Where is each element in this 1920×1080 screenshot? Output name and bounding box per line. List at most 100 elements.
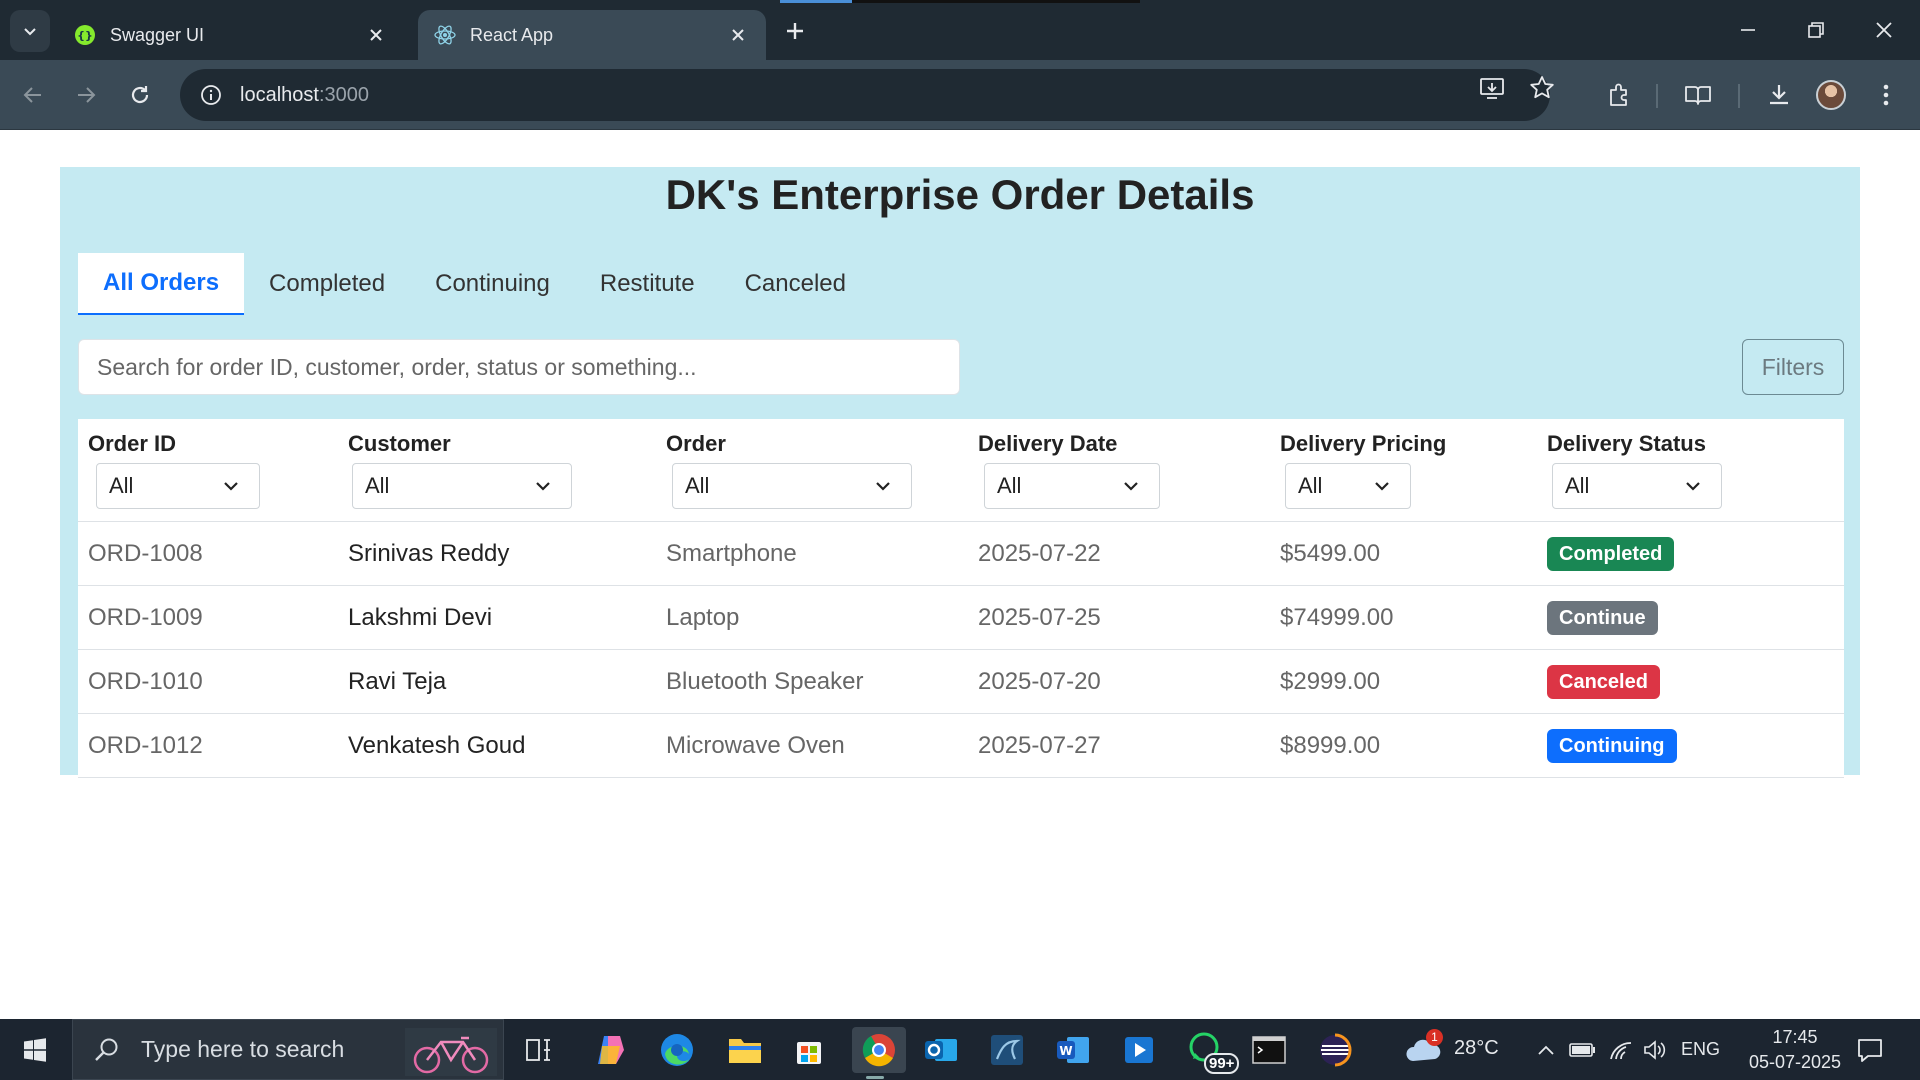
filter-select-value: All: [365, 473, 390, 498]
filter-select-value: All: [1565, 473, 1590, 498]
filter-select-customer[interactable]: All: [352, 463, 572, 509]
url-text: localhost:3000: [240, 84, 369, 107]
profile-avatar[interactable]: [1816, 80, 1846, 110]
media-player-icon[interactable]: [1116, 1027, 1162, 1073]
order-search-input[interactable]: [78, 339, 960, 395]
terminal-icon[interactable]: [1246, 1027, 1292, 1073]
table-row[interactable]: ORD-1012 Venkatesh Goud Microwave Oven 2…: [78, 714, 1844, 778]
cell-customer: Venkatesh Goud: [348, 732, 526, 759]
filter-select-delivery-pricing[interactable]: All: [1285, 463, 1411, 509]
downloads-icon[interactable]: [1761, 77, 1797, 113]
restore-button[interactable]: [1788, 8, 1844, 52]
new-tab-button[interactable]: [778, 14, 812, 48]
close-icon: [1876, 22, 1892, 38]
browser-tab-swagger[interactable]: {} Swagger UI: [58, 10, 404, 60]
chrome-icon[interactable]: [852, 1027, 906, 1079]
extensions-icon[interactable]: [1601, 77, 1637, 113]
browser-tab-react[interactable]: React App: [418, 10, 766, 60]
minimize-icon: [1741, 29, 1755, 31]
system-clock[interactable]: 17:45 05-07-2025: [1730, 1025, 1860, 1075]
minimize-button[interactable]: [1720, 8, 1776, 52]
cell-order: Smartphone: [666, 540, 797, 567]
wifi-icon[interactable]: [1604, 1027, 1638, 1073]
svg-text:{}: {}: [77, 29, 93, 42]
chevron-down-icon: [224, 482, 238, 491]
copilot-icon[interactable]: [588, 1027, 634, 1073]
address-bar[interactable]: localhost:3000: [180, 69, 1550, 121]
chevron-down-icon: [1124, 482, 1138, 491]
site-info-icon[interactable]: [198, 82, 224, 108]
close-window-button[interactable]: [1856, 8, 1912, 52]
start-button[interactable]: [0, 1019, 70, 1080]
mysql-workbench-icon[interactable]: [984, 1027, 1030, 1073]
microsoft-store-icon[interactable]: [786, 1027, 832, 1073]
column-header-delivery-pricing: Delivery Pricing: [1280, 431, 1447, 456]
orders-panel: DK's Enterprise Order Details All Orders…: [60, 167, 1860, 778]
show-hidden-icons-chevron-up-icon[interactable]: [1532, 1027, 1560, 1073]
volume-icon[interactable]: [1638, 1027, 1672, 1073]
task-view-icon[interactable]: [516, 1027, 562, 1073]
tab-all-orders[interactable]: All Orders: [78, 253, 245, 315]
reload-button[interactable]: [122, 77, 158, 113]
toolbar-divider: [1738, 84, 1740, 108]
page-title: DK's Enterprise Order Details: [665, 171, 1255, 218]
cell-order: Microwave Oven: [666, 732, 845, 759]
chevron-down-icon: [536, 482, 550, 491]
weather-badge: 1: [1426, 1029, 1443, 1046]
outlook-icon[interactable]: [918, 1027, 964, 1073]
filter-select-delivery-date[interactable]: All: [984, 463, 1160, 509]
file-explorer-icon[interactable]: [722, 1027, 768, 1073]
language-indicator[interactable]: ENG: [1681, 1039, 1720, 1060]
reading-mode-icon[interactable]: [1680, 77, 1716, 113]
word-icon[interactable]: W: [1050, 1027, 1096, 1073]
chevron-down-icon: [24, 28, 36, 36]
table-row[interactable]: ORD-1008 Srinivas Reddy Smartphone 2025-…: [78, 522, 1844, 586]
browser-tabstrip: {} Swagger UI React App: [0, 0, 1920, 60]
filter-select-order[interactable]: All: [672, 463, 912, 509]
taskbar-search[interactable]: Type here to search: [72, 1019, 504, 1080]
tab-restitute[interactable]: Restitute: [575, 253, 720, 315]
arrow-left-icon: [23, 87, 41, 103]
cell-customer: Ravi Teja: [348, 668, 447, 695]
close-icon[interactable]: [726, 23, 750, 47]
chevron-down-icon: [1375, 482, 1389, 491]
edge-icon[interactable]: [654, 1027, 700, 1073]
filter-select-order-id[interactable]: All: [96, 463, 260, 509]
whatsapp-icon[interactable]: 99+: [1182, 1027, 1240, 1074]
bookmark-star-icon[interactable]: [1528, 74, 1556, 102]
forward-button[interactable]: [68, 77, 104, 113]
tab-search-button[interactable]: [10, 10, 50, 52]
tab-loading-bar: [780, 0, 1140, 3]
chevron-down-icon: [1686, 482, 1700, 491]
menu-kebab-icon[interactable]: [1868, 77, 1904, 113]
close-icon[interactable]: [364, 23, 388, 47]
filter-select-value: All: [1298, 473, 1323, 498]
status-badge: Canceled: [1547, 665, 1660, 699]
weather-icon[interactable]: 1: [1400, 1027, 1446, 1073]
clock-time: 17:45: [1772, 1027, 1818, 1047]
plus-icon: [787, 23, 803, 39]
tab-completed[interactable]: Completed: [244, 253, 410, 315]
tab-canceled[interactable]: Canceled: [720, 253, 871, 315]
eclipse-icon[interactable]: [1312, 1027, 1358, 1073]
cell-delivery-date: 2025-07-25: [978, 604, 1101, 631]
web-page: DK's Enterprise Order Details All Orders…: [0, 131, 1920, 1019]
cell-delivery-pricing: $74999.00: [1280, 604, 1394, 631]
windows-taskbar: Type here to search W 99+ 1 28°C ENG 17:…: [0, 1019, 1920, 1080]
cell-delivery-pricing: $5499.00: [1280, 540, 1381, 567]
install-app-icon[interactable]: [1478, 74, 1506, 102]
filter-select-delivery-status[interactable]: All: [1552, 463, 1722, 509]
column-header-order: Order: [666, 431, 726, 456]
react-icon: [434, 24, 456, 46]
battery-icon[interactable]: [1564, 1027, 1600, 1073]
table-row[interactable]: ORD-1009 Lakshmi Devi Laptop 2025-07-25 …: [78, 586, 1844, 650]
cell-order-id: ORD-1009: [88, 604, 203, 631]
running-indicator: [866, 1076, 884, 1079]
notifications-icon[interactable]: [1848, 1027, 1892, 1073]
table-row[interactable]: ORD-1010 Ravi Teja Bluetooth Speaker 202…: [78, 650, 1844, 714]
filters-button[interactable]: Filters: [1742, 339, 1844, 395]
filter-select-value: All: [109, 473, 134, 498]
tab-continuing[interactable]: Continuing: [410, 253, 575, 315]
cell-order-id: ORD-1008: [88, 540, 203, 567]
back-button[interactable]: [15, 77, 51, 113]
